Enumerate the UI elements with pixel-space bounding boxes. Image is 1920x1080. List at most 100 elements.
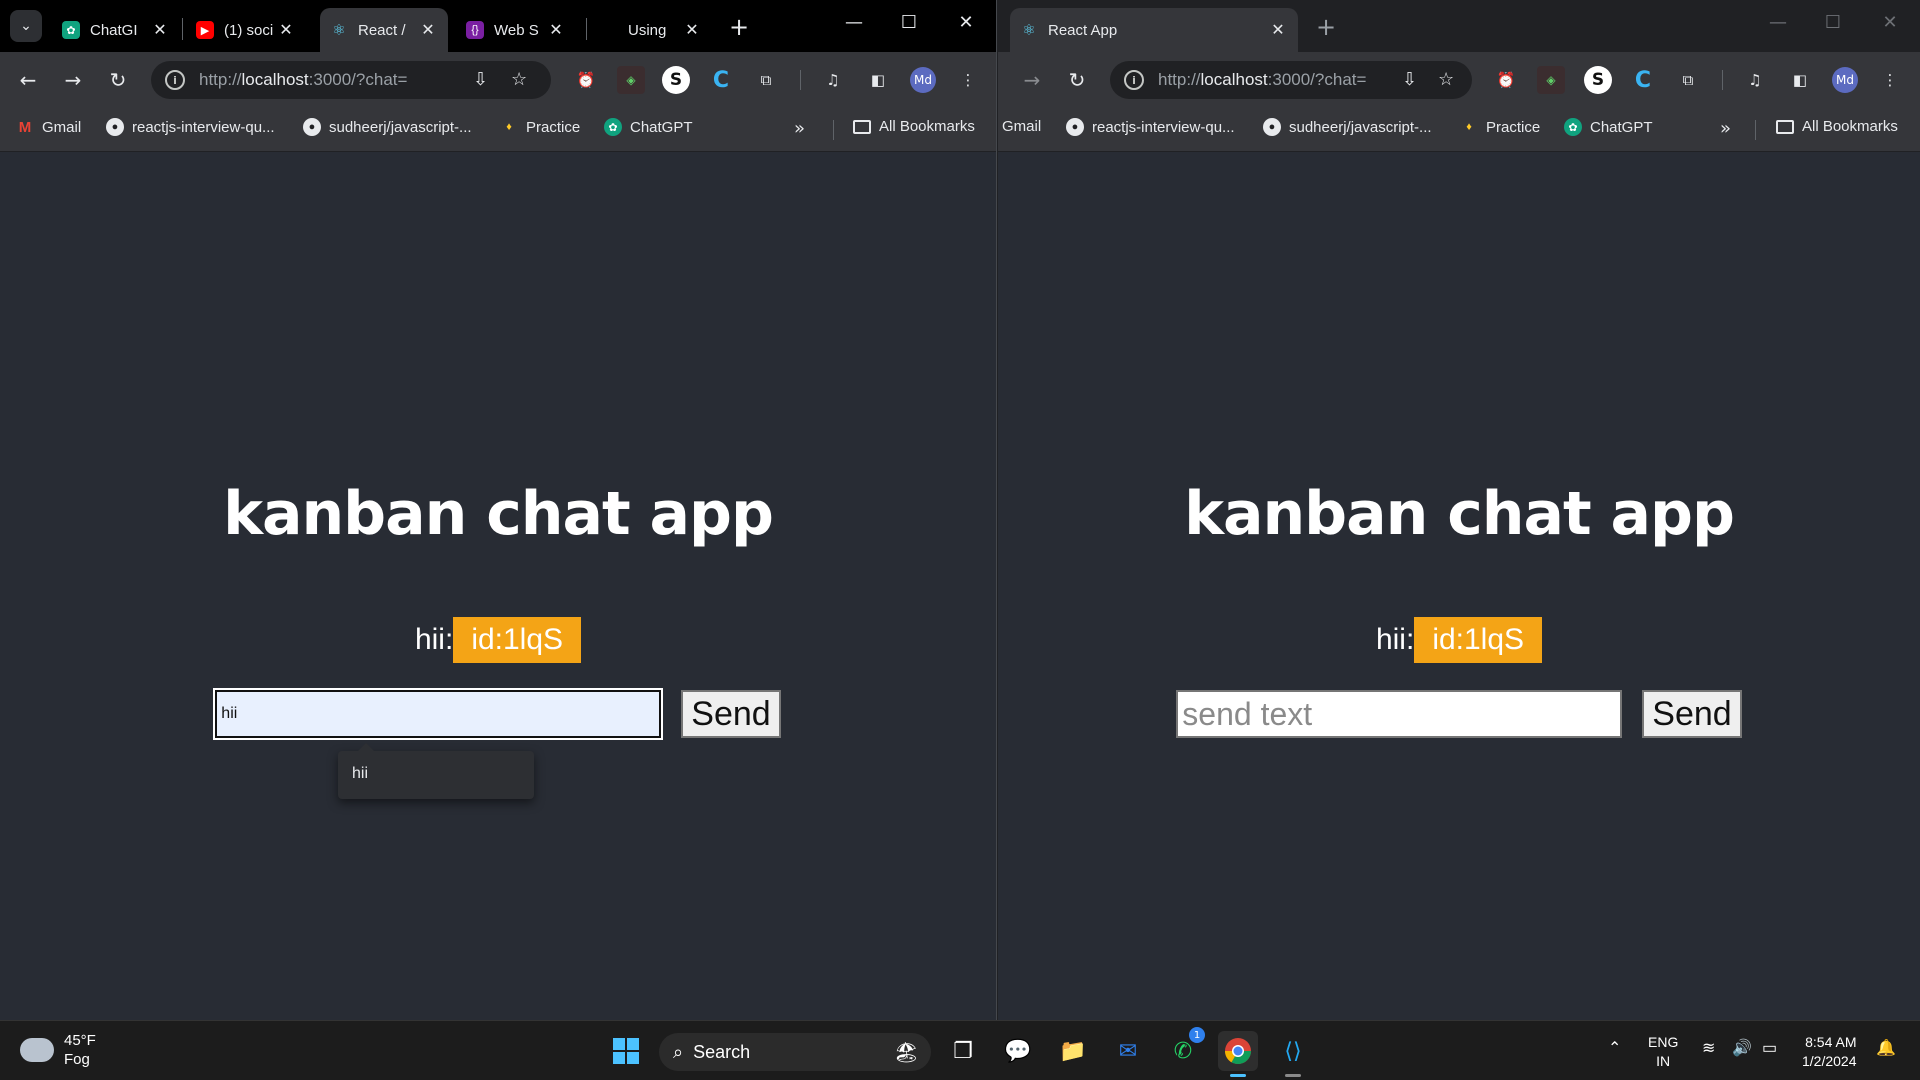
forward-button[interactable]: → bbox=[1018, 66, 1046, 94]
bookmark-reactjs[interactable]: ● reactjs-interview-qu... bbox=[106, 118, 275, 136]
all-bookmarks[interactable]: All Bookmarks bbox=[853, 118, 975, 135]
back-button[interactable]: ← bbox=[14, 66, 42, 94]
tray-overflow-button[interactable]: ⌃ bbox=[1608, 1039, 1621, 1058]
language-indicator[interactable]: ENG IN bbox=[1648, 1033, 1678, 1071]
page-title: kanban chat app bbox=[1184, 479, 1735, 549]
side-panel-icon[interactable]: ◧ bbox=[864, 66, 892, 94]
toolbar-separator bbox=[800, 70, 801, 90]
tab-chatgpt[interactable]: ✿ ChatGI ✕ bbox=[52, 8, 180, 52]
menu-icon[interactable]: ⋮ bbox=[954, 66, 982, 94]
close-icon[interactable]: ✕ bbox=[150, 20, 170, 40]
all-bookmarks[interactable]: All Bookmarks bbox=[1776, 118, 1898, 135]
message-id-badge: id:1lqS bbox=[1414, 617, 1543, 663]
reload-button[interactable]: ↻ bbox=[104, 66, 132, 94]
close-icon[interactable]: ✕ bbox=[276, 20, 296, 40]
wifi-icon[interactable]: ≋ bbox=[1702, 1039, 1715, 1058]
info-icon[interactable]: i bbox=[165, 70, 185, 90]
tab-using[interactable]: Using ✕ bbox=[590, 8, 712, 52]
menu-icon[interactable]: ⋮ bbox=[1876, 66, 1904, 94]
extension-dev-icon[interactable]: ◈ bbox=[617, 66, 645, 94]
maximize-button[interactable]: ☐ bbox=[889, 12, 929, 33]
extension-alarm-icon[interactable]: ⏰ bbox=[1492, 66, 1520, 94]
bookmark-gmail[interactable]: M Gmail bbox=[16, 118, 81, 136]
active-indicator bbox=[1230, 1074, 1246, 1077]
new-tab-button[interactable]: + bbox=[725, 14, 753, 42]
chrome-button[interactable] bbox=[1218, 1031, 1258, 1077]
install-app-icon[interactable]: ⇩ bbox=[1402, 69, 1417, 90]
start-button[interactable] bbox=[606, 1031, 646, 1071]
close-icon[interactable]: ✕ bbox=[418, 20, 438, 40]
reload-button[interactable]: ↻ bbox=[1063, 66, 1091, 94]
profile-avatar[interactable]: Md bbox=[910, 67, 936, 93]
chevron-up-icon: ⌃ bbox=[1608, 1040, 1622, 1057]
minimize-button[interactable]: — bbox=[1758, 12, 1798, 33]
side-panel-icon[interactable]: ◧ bbox=[1786, 66, 1814, 94]
tab-react-active[interactable]: ⚛ React / ✕ bbox=[320, 8, 448, 52]
extensions-puzzle-icon[interactable]: ⧉ bbox=[752, 66, 780, 94]
bookmark-sudheerj[interactable]: ● sudheerj/javascript-... bbox=[303, 118, 472, 136]
address-bar[interactable]: i http://localhost:3000/?chat= ⇩ ☆ bbox=[1110, 61, 1472, 99]
task-view-button[interactable]: ❐ bbox=[943, 1031, 983, 1071]
media-controls-icon[interactable]: ♫ bbox=[819, 66, 847, 94]
close-icon[interactable]: ✕ bbox=[1268, 20, 1288, 40]
bookmark-gmail[interactable]: Gmail bbox=[1002, 118, 1041, 135]
bookmarks-overflow-icon[interactable]: » bbox=[1720, 118, 1731, 139]
extensions-puzzle-icon[interactable]: ⧉ bbox=[1674, 66, 1702, 94]
send-button[interactable]: Send bbox=[681, 690, 781, 738]
windows-taskbar: 45°F Fog ⌕ Search 🏖 ❐ 💬 📁 ✉ ✆ 1 ⟨⟩ ⌃ ENG… bbox=[0, 1020, 1920, 1080]
close-window-button[interactable]: ✕ bbox=[1870, 12, 1910, 33]
task-view-icon: ❐ bbox=[953, 1038, 973, 1064]
file-explorer-button[interactable]: 📁 bbox=[1053, 1031, 1093, 1071]
tab-youtube[interactable]: ▶ (1) soci ✕ bbox=[186, 8, 306, 52]
chat-text-input[interactable] bbox=[1176, 690, 1623, 738]
minimize-button[interactable]: — bbox=[834, 12, 874, 33]
teams-chat-button[interactable]: 💬 bbox=[998, 1031, 1038, 1071]
mail-icon: ✉ bbox=[1118, 1038, 1138, 1064]
close-icon[interactable]: ✕ bbox=[546, 20, 566, 40]
clock[interactable]: 8:54 AM 1/2/2024 bbox=[1802, 1033, 1857, 1071]
bookmarks-overflow-icon[interactable]: » bbox=[794, 118, 805, 139]
send-button[interactable]: Send bbox=[1642, 690, 1742, 738]
notifications-icon[interactable]: 🔔 bbox=[1876, 1039, 1896, 1058]
new-tab-button[interactable]: + bbox=[1312, 14, 1340, 42]
extension-c-icon[interactable]: C bbox=[707, 66, 735, 94]
mail-button[interactable]: ✉ bbox=[1108, 1031, 1148, 1071]
whatsapp-button[interactable]: ✆ 1 bbox=[1163, 1027, 1205, 1071]
battery-icon[interactable]: ▭ bbox=[1762, 1039, 1777, 1058]
forward-button[interactable]: → bbox=[59, 66, 87, 94]
profile-avatar[interactable]: Md bbox=[1832, 67, 1858, 93]
maximize-button[interactable]: ☐ bbox=[1813, 12, 1853, 33]
url-text: http://localhost:3000/?chat= bbox=[1158, 70, 1367, 89]
volume-icon[interactable]: 🔊 bbox=[1732, 1039, 1752, 1058]
extension-dev-icon[interactable]: ◈ bbox=[1537, 66, 1565, 94]
install-app-icon[interactable]: ⇩ bbox=[473, 69, 488, 90]
extension-alarm-icon[interactable]: ⏰ bbox=[572, 66, 600, 94]
close-window-button[interactable]: ✕ bbox=[946, 12, 986, 33]
chat-text-input[interactable] bbox=[213, 688, 664, 740]
weather-widget[interactable]: 45°F Fog bbox=[20, 1031, 96, 1069]
vscode-button[interactable]: ⟨⟩ bbox=[1273, 1031, 1313, 1077]
bookmark-sudheerj[interactable]: ● sudheerj/javascript-... bbox=[1263, 118, 1432, 136]
tab-react-active[interactable]: ⚛ React App ✕ bbox=[1010, 8, 1298, 52]
bookmark-chatgpt[interactable]: ✿ ChatGPT bbox=[1564, 118, 1653, 136]
media-controls-icon[interactable]: ♫ bbox=[1741, 66, 1769, 94]
extension-c-icon[interactable]: C bbox=[1629, 66, 1657, 94]
extension-s-icon[interactable]: S bbox=[662, 66, 690, 94]
message-row: hii: id:1lqS bbox=[998, 617, 1920, 663]
info-icon[interactable]: i bbox=[1124, 70, 1144, 90]
close-icon[interactable]: ✕ bbox=[682, 20, 702, 40]
tab-search-button[interactable]: ⌄ bbox=[10, 10, 42, 42]
bookmark-reactjs[interactable]: ● reactjs-interview-qu... bbox=[1066, 118, 1235, 136]
bookmark-chatgpt[interactable]: ✿ ChatGPT bbox=[604, 118, 693, 136]
bookmark-practice[interactable]: ♦ Practice bbox=[500, 118, 580, 136]
tab-websocket[interactable]: {} Web S ✕ bbox=[456, 8, 576, 52]
page-content: kanban chat app hii: id:1lqS Send hii bbox=[0, 152, 996, 1020]
bookmark-practice[interactable]: ♦ Practice bbox=[1460, 118, 1540, 136]
extension-s-icon[interactable]: S bbox=[1584, 66, 1612, 94]
websocket-icon: {} bbox=[466, 21, 484, 39]
address-bar[interactable]: i http://localhost:3000/?chat= ⇩ ☆ bbox=[151, 61, 551, 99]
star-icon[interactable]: ☆ bbox=[511, 69, 527, 90]
taskbar-search[interactable]: ⌕ Search 🏖 bbox=[659, 1033, 931, 1071]
star-icon[interactable]: ☆ bbox=[1438, 69, 1454, 90]
autocomplete-suggestion[interactable]: hii bbox=[352, 765, 368, 782]
